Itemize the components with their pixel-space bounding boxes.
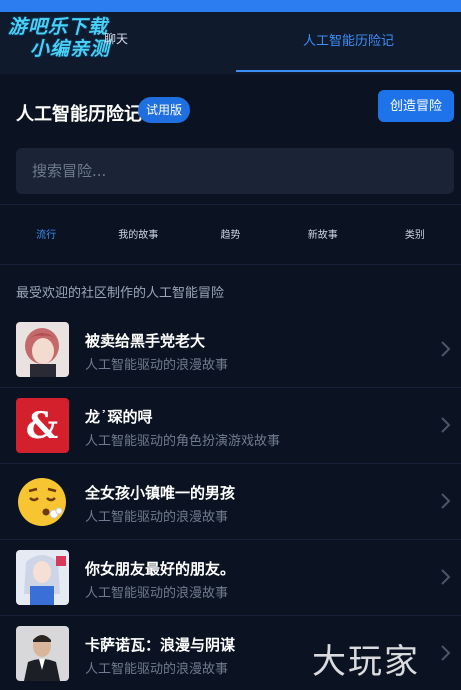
section-title: 最受欢迎的社区制作的人工智能冒险 xyxy=(16,286,225,301)
svg-text:&: & xyxy=(26,405,59,447)
story-thumbnail xyxy=(16,626,69,681)
chevron-right-icon xyxy=(441,341,451,357)
title-bar: 人工智能历险记 试用版 创造冒险 xyxy=(0,74,461,144)
story-subtitle: 人工智能驱动的浪漫故事 xyxy=(85,510,229,525)
list-item[interactable]: 被卖给黑手党老大 人工智能驱动的浪漫故事 xyxy=(0,312,461,388)
search-input[interactable] xyxy=(16,148,454,194)
tab-my-stories[interactable]: 我的故事 xyxy=(92,220,184,252)
story-subtitle: 人工智能驱动的浪漫故事 xyxy=(85,358,229,373)
list-item[interactable]: 你女朋友最好的朋友。 人工智能驱动的浪漫故事 xyxy=(0,540,461,616)
story-title: 你女朋友最好的朋友。 xyxy=(85,560,236,578)
story-title: 被卖给黑手党老大 xyxy=(85,332,206,350)
chevron-right-icon xyxy=(441,645,451,661)
chevron-right-icon xyxy=(441,569,451,585)
story-title: 龙᾽琛的㖊 xyxy=(85,408,153,426)
watermark-logo: 大玩家 xyxy=(312,642,420,682)
header-bar: 游吧乐下载 小编亲测 聊天 人工智能历险记 xyxy=(0,12,461,74)
story-subtitle: 人工智能驱动的角色扮演游戏故事 xyxy=(85,434,281,449)
top-status-strip xyxy=(0,0,461,12)
tab-trending[interactable]: 趋势 xyxy=(184,220,276,252)
dragon-ampersand-icon: & xyxy=(16,398,69,453)
tab-new-stories[interactable]: 新故事 xyxy=(277,220,369,252)
tab-categories[interactable]: 类别 xyxy=(369,220,461,252)
create-adventure-button[interactable]: 创造冒险 xyxy=(378,90,454,122)
story-title: 全女孩小镇唯一的男孩 xyxy=(85,484,236,502)
story-thumbnail xyxy=(16,550,69,605)
divider xyxy=(0,204,461,205)
tab-ai-adventure-label: 人工智能历险记 xyxy=(302,34,394,49)
story-subtitle: 人工智能驱动的浪漫故事 xyxy=(85,662,229,677)
chevron-right-icon xyxy=(441,493,451,509)
chevron-right-icon xyxy=(441,417,451,433)
search-box xyxy=(16,148,454,194)
page-title: 人工智能历险记 xyxy=(16,104,142,125)
list-item[interactable]: & 龙᾽琛的㖊 人工智能驱动的角色扮演游戏故事 xyxy=(0,388,461,464)
active-tab-underline xyxy=(236,70,461,72)
story-title: 卡萨诺瓦：浪漫与阴谋 xyxy=(85,636,236,654)
story-subtitle: 人工智能驱动的浪漫故事 xyxy=(85,586,229,601)
list-item[interactable]: 全女孩小镇唯一的男孩 人工智能驱动的浪漫故事 xyxy=(0,464,461,540)
tab-popular[interactable]: 流行 xyxy=(0,220,92,252)
tab-ai-adventure[interactable]: 人工智能历险记 xyxy=(236,12,461,72)
divider xyxy=(0,264,461,265)
tab-chat[interactable]: 聊天 xyxy=(104,30,128,47)
sighing-face-emoji-icon xyxy=(16,474,69,529)
trial-badge: 试用版 xyxy=(138,97,191,123)
category-tabs: 流行 我的故事 趋势 新故事 类别 xyxy=(0,220,461,252)
story-thumbnail xyxy=(16,322,69,377)
